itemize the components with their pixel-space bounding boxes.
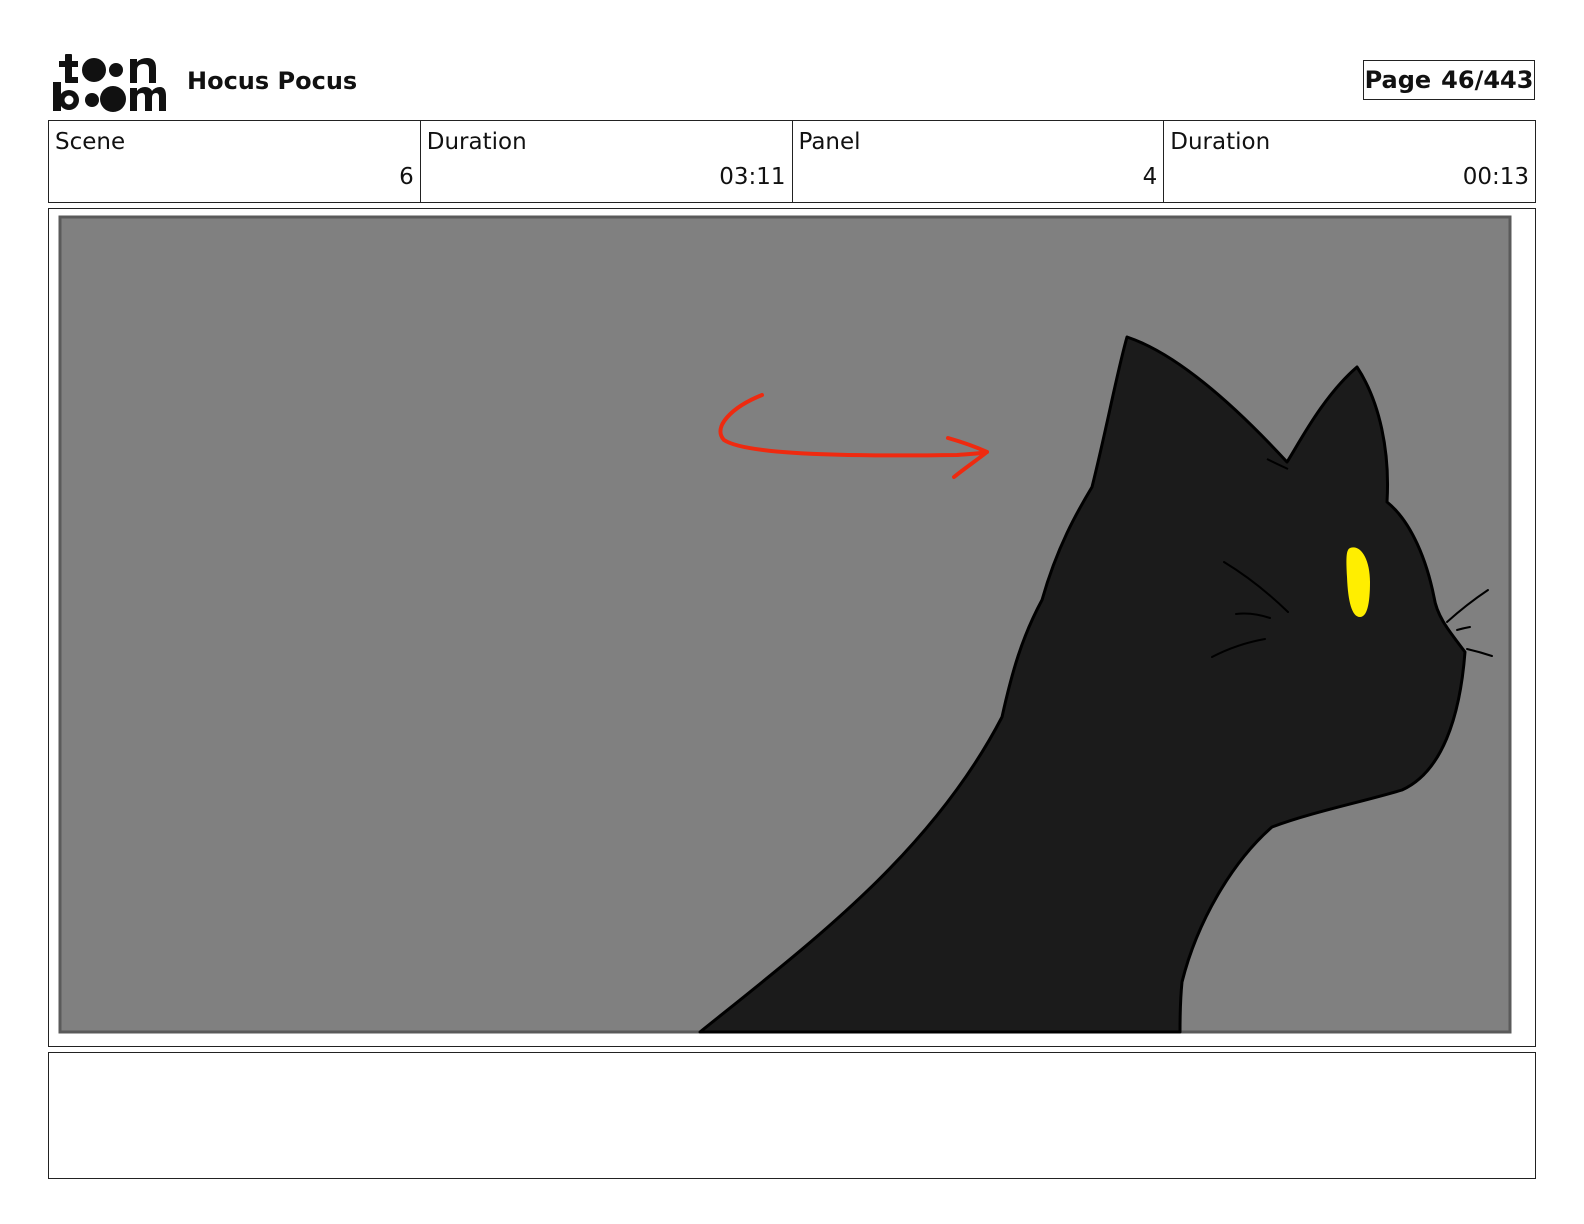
page-label: Page	[1364, 66, 1432, 94]
toon-boom-logo-icon	[53, 54, 166, 112]
page-number: 46/443	[1441, 66, 1534, 94]
panel-drawing	[52, 212, 1532, 1043]
scene-value: 6	[399, 164, 414, 190]
panel-cell: Panel 4	[793, 121, 1165, 202]
storyboard-panel	[48, 208, 1536, 1047]
panel-value: 4	[1142, 164, 1158, 190]
scene-label: Scene	[55, 129, 126, 155]
panel-label: Panel	[798, 129, 861, 155]
scene-info-table: Scene 6 Duration 03:11 Panel 4 Duration …	[48, 120, 1536, 203]
panel-duration-label: Duration	[1170, 129, 1271, 155]
panel-duration-cell: Duration 00:13	[1164, 121, 1535, 202]
scene-duration-cell: Duration 03:11	[421, 121, 793, 202]
page-indicator: Page 46/443	[1363, 60, 1535, 100]
project-title: Hocus Pocus	[187, 67, 358, 95]
scene-duration-value: 03:11	[719, 164, 786, 190]
panel-notes-box[interactable]	[48, 1052, 1536, 1179]
panel-duration-value: 00:13	[1462, 164, 1529, 190]
scene-cell: Scene 6	[49, 121, 421, 202]
scene-duration-label: Duration	[426, 129, 527, 155]
